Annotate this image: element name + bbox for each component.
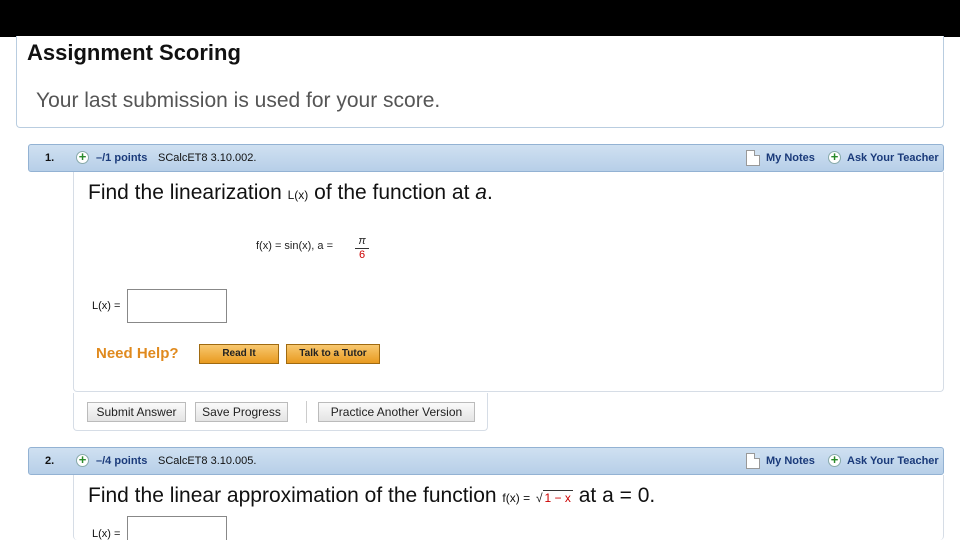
question-source: SCalcET8 3.10.005. <box>158 455 257 467</box>
question-source: SCalcET8 3.10.002. <box>158 152 257 164</box>
prompt-function: L(x) <box>287 188 309 202</box>
question-1-header: 1. –/1 points SCalcET8 3.10.002. My Note… <box>28 144 944 172</box>
top-bar <box>0 0 960 37</box>
prompt-function: f(x) = <box>502 491 531 505</box>
my-notes-link[interactable]: My Notes <box>766 455 815 467</box>
notes-icon[interactable] <box>746 453 760 469</box>
question-2-prompt: Find the linear approximation of the fun… <box>88 484 655 508</box>
talk-to-tutor-button[interactable]: Talk to a Tutor <box>286 344 380 364</box>
assignment-scoring-panel: Assignment Scoring Your last submission … <box>16 36 944 128</box>
answer-label: L(x) = <box>92 300 121 312</box>
question-2-header: 2. –/4 points SCalcET8 3.10.005. My Note… <box>28 447 944 475</box>
prompt-variable: a <box>475 181 487 204</box>
ask-teacher-plus-icon[interactable] <box>828 149 841 164</box>
practice-another-version-button[interactable]: Practice Another Version <box>318 402 475 422</box>
a-fraction: π 6 <box>355 235 369 262</box>
need-help-label: Need Help? <box>96 345 179 362</box>
ask-teacher-link[interactable]: Ask Your Teacher <box>847 152 939 164</box>
question-number: 1. <box>45 152 55 164</box>
answer-input[interactable] <box>127 516 227 540</box>
divider <box>306 401 307 423</box>
question-points: –/1 points <box>96 152 148 164</box>
question-1-prompt: Find the linearization L(x) of the funct… <box>88 181 493 205</box>
ask-teacher-plus-icon[interactable] <box>828 452 841 467</box>
prompt-text-end: of the function at <box>314 181 470 204</box>
prompt-text: Find the linearization <box>88 181 282 204</box>
submit-answer-button[interactable]: Submit Answer <box>87 402 186 422</box>
notes-icon[interactable] <box>746 150 760 166</box>
answer-label: L(x) = <box>92 528 121 540</box>
save-progress-button[interactable]: Save Progress <box>195 402 288 422</box>
expand-plus-icon[interactable] <box>76 149 89 164</box>
prompt-text-end: at a = 0. <box>578 484 656 507</box>
radicand: 1 − x <box>542 490 573 505</box>
scoring-subtitle: Your last submission is used for your sc… <box>36 89 441 112</box>
fraction-denominator: 6 <box>358 249 366 261</box>
expand-plus-icon[interactable] <box>76 452 89 467</box>
answer-input[interactable] <box>127 289 227 323</box>
my-notes-link[interactable]: My Notes <box>766 152 815 164</box>
question-points: –/4 points <box>96 455 148 467</box>
function-definition: f(x) = sin(x), a = <box>256 240 334 252</box>
read-it-button[interactable]: Read It <box>199 344 279 364</box>
sqrt-expression: √ 1 − x <box>535 490 573 505</box>
question-number: 2. <box>45 455 55 467</box>
scoring-title: Assignment Scoring <box>27 40 241 65</box>
prompt-text: Find the linear approximation of the fun… <box>88 484 497 507</box>
ask-teacher-link[interactable]: Ask Your Teacher <box>847 455 939 467</box>
prompt-period: . <box>486 181 493 204</box>
fraction-numerator: π <box>355 235 369 249</box>
